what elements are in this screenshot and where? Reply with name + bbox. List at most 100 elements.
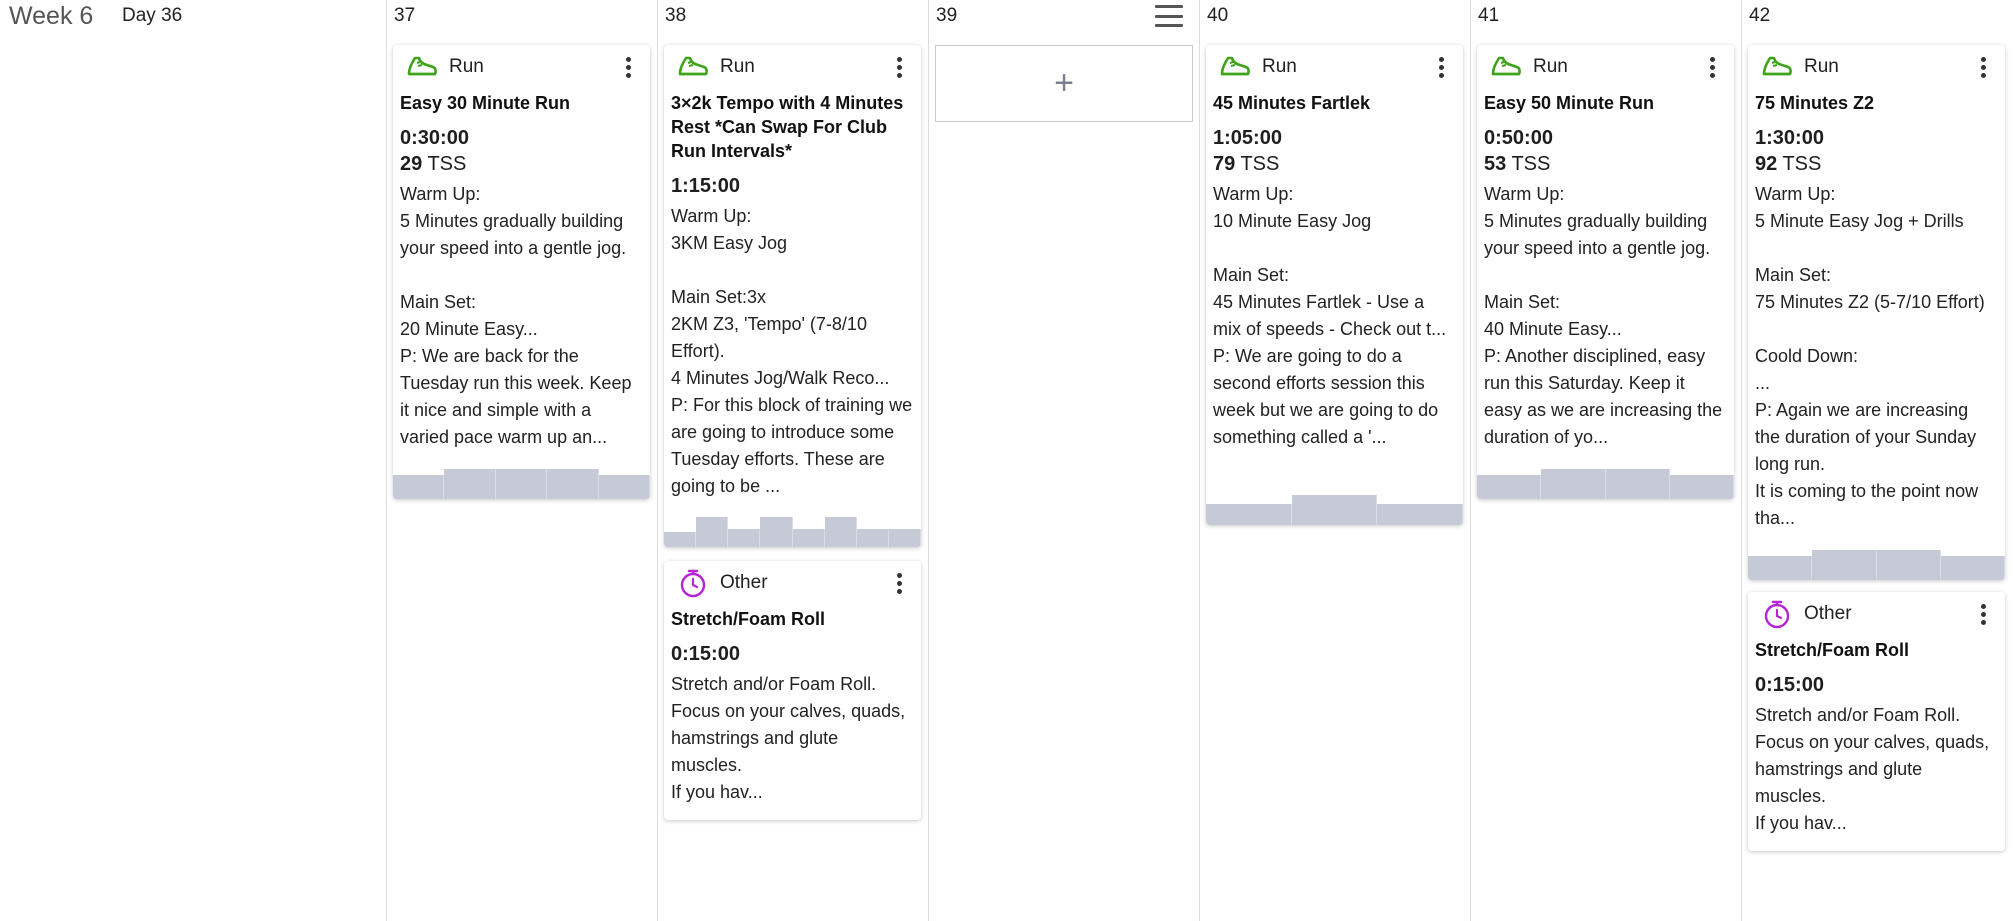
profile-segment <box>824 517 857 547</box>
more-options-icon[interactable] <box>1975 602 1991 626</box>
intensity-profile <box>1748 550 2005 580</box>
more-options-icon[interactable] <box>891 55 907 79</box>
profile-segment <box>1812 550 1877 580</box>
workout-description: Warm Up: 5 Minutes gradually building yo… <box>400 184 632 447</box>
workout-duration: 0:15:00 <box>671 643 740 665</box>
workout-title: 45 Minutes Fartlek <box>1213 93 1371 113</box>
workout-title: 3×2k Tempo with 4 Minutes Rest *Can Swap… <box>671 93 904 161</box>
running-shoe-icon <box>1761 51 1793 83</box>
profile-segment <box>393 475 445 499</box>
card-header: Other <box>1748 592 2005 636</box>
day-menu-hamburger-icon[interactable] <box>1155 5 1183 27</box>
workout-card[interactable]: Run 3×2k Tempo with 4 Minutes Rest *Can S… <box>664 45 921 547</box>
workout-type: Other <box>1804 603 1852 624</box>
more-options-icon[interactable] <box>1975 55 1991 79</box>
workout-tss: 53 TSS <box>1477 151 1734 177</box>
profile-segment <box>728 529 761 547</box>
stopwatch-icon <box>677 567 709 599</box>
workout-type: Run <box>1533 56 1568 77</box>
profile-segment <box>1876 550 1941 580</box>
card-header: Run <box>664 45 921 89</box>
profile-segment <box>598 475 650 499</box>
profile-segment <box>792 529 825 547</box>
workout-duration: 1:30:00 <box>1755 127 1824 149</box>
workout-duration: 0:50:00 <box>1484 127 1553 149</box>
workout-tss: 29 TSS <box>393 151 650 177</box>
workout-card[interactable]: Run 75 Minutes Z2 1:30:00 92 TSS Warm Up: 5 … <box>1748 45 2005 580</box>
tss-value: 29 <box>400 153 423 175</box>
more-options-icon[interactable] <box>1433 55 1449 79</box>
more-options-icon[interactable] <box>1704 55 1720 79</box>
workout-description: Warm Up: 5 Minutes gradually building yo… <box>1484 184 1723 447</box>
profile-segment <box>1669 475 1734 499</box>
card-header: Run <box>1206 45 1463 89</box>
tss-value: 92 <box>1755 153 1778 175</box>
day-column-36: Day 36 <box>0 0 386 921</box>
profile-segment <box>856 529 889 547</box>
tss-unit: TSS <box>1240 153 1280 175</box>
workout-tss: 79 TSS <box>1206 151 1463 177</box>
day-number: 38 <box>665 5 687 26</box>
day-number: 41 <box>1478 5 1500 26</box>
workout-title: Easy 50 Minute Run <box>1484 93 1655 113</box>
profile-segment <box>1541 469 1606 499</box>
workout-description: Stretch and/or Foam Roll. Focus on your … <box>1755 705 1990 833</box>
workout-card[interactable]: Other Stretch/Foam Roll 0:15:00 Stretch and… <box>1748 592 2005 851</box>
profile-segment <box>444 469 496 499</box>
workout-duration: 0:30:00 <box>400 127 469 149</box>
running-shoe-icon <box>1490 51 1522 83</box>
running-shoe-icon <box>677 51 709 83</box>
workout-type: Other <box>720 572 768 593</box>
workout-type: Run <box>1804 56 1839 77</box>
card-header: Other <box>664 561 921 605</box>
profile-segment <box>1605 469 1670 499</box>
profile-segment <box>547 469 599 499</box>
day-column-39: 39 <box>928 0 1199 921</box>
workout-title: Easy 30 Minute Run <box>400 93 571 113</box>
workout-card[interactable]: Run Easy 30 Minute Run 0:30:00 29 TSS Warm U… <box>393 45 650 499</box>
workout-description: Warm Up: 10 Minute Easy Jog Main Set: 45… <box>1213 184 1447 447</box>
running-shoe-icon <box>1219 51 1251 83</box>
workout-duration: 1:05:00 <box>1213 127 1282 149</box>
tss-unit: TSS <box>1782 153 1822 175</box>
profile-segment <box>1377 504 1463 525</box>
workout-card[interactable]: Run 45 Minutes Fartlek 1:05:00 79 TSS Warm U… <box>1206 45 1463 525</box>
profile-segment <box>1477 475 1542 499</box>
more-options-icon[interactable] <box>620 55 636 79</box>
workout-card[interactable]: Other Stretch/Foam Roll 0:15:00 Stretch and… <box>664 561 921 820</box>
workout-description: Warm Up: 5 Minute Easy Jog + Drills Main… <box>1755 184 1985 528</box>
workout-title: Stretch/Foam Roll <box>1755 640 1910 660</box>
intensity-profile <box>664 517 921 547</box>
profile-segment <box>696 517 729 547</box>
workout-card[interactable]: Run Easy 50 Minute Run 0:50:00 53 TSS Warm U… <box>1477 45 1734 499</box>
intensity-profile <box>1477 469 1734 499</box>
profile-segment <box>760 517 793 547</box>
workout-description: Warm Up: 3KM Easy Jog Main Set:3x 2KM Z3… <box>671 206 913 496</box>
tss-value: 79 <box>1213 153 1236 175</box>
add-workout-button[interactable]: + <box>935 45 1193 122</box>
profile-segment <box>1748 556 1813 580</box>
workout-title: 75 Minutes Z2 <box>1755 93 1875 113</box>
workout-description: Stretch and/or Foam Roll. Focus on your … <box>671 674 906 802</box>
intensity-profile <box>393 469 650 499</box>
more-options-icon[interactable] <box>891 571 907 595</box>
stopwatch-icon <box>1761 598 1793 630</box>
tss-value: 53 <box>1484 153 1507 175</box>
tss-unit: TSS <box>427 153 467 175</box>
workout-type: Run <box>720 56 755 77</box>
workout-title: Stretch/Foam Roll <box>671 609 826 629</box>
profile-segment <box>1206 504 1292 525</box>
day-number: 39 <box>936 5 958 26</box>
tss-unit: TSS <box>1511 153 1551 175</box>
running-shoe-icon <box>406 51 438 83</box>
profile-segment <box>1291 495 1378 525</box>
card-header: Run <box>1748 45 2005 89</box>
day-number: Day 36 <box>122 5 183 26</box>
profile-segment <box>664 532 697 547</box>
intensity-profile <box>1206 495 1463 525</box>
workout-type: Run <box>449 56 484 77</box>
card-header: Run <box>1477 45 1734 89</box>
day-number: 37 <box>394 5 416 26</box>
workout-duration: 1:15:00 <box>671 175 740 197</box>
day-number: 40 <box>1207 5 1229 26</box>
